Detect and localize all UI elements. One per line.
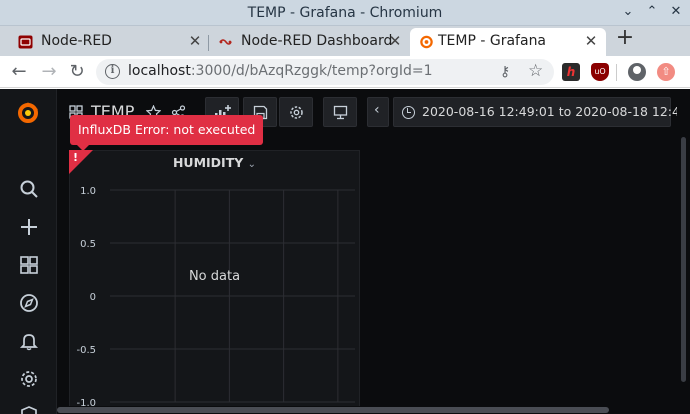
y-tick-label: 0 xyxy=(90,292,96,303)
grafana-sidemenu xyxy=(0,89,57,414)
bookmark-star-icon[interactable]: ☆ xyxy=(528,61,543,81)
window-titlebar: TEMP - Grafana - Chromium ⌄ ⌃ ✕ xyxy=(0,0,690,26)
minimize-button[interactable]: ⌄ xyxy=(618,2,638,22)
tab-node-red[interactable]: Node-RED ✕ xyxy=(0,28,208,56)
vertical-scrollbar[interactable] xyxy=(677,89,690,414)
y-tick-label: 0.5 xyxy=(80,239,96,250)
panel-header[interactable]: HUMIDITY ⌄ xyxy=(70,151,359,175)
scrollbar-thumb[interactable] xyxy=(57,407,609,413)
close-tab-icon[interactable]: ✕ xyxy=(582,32,600,50)
node-red-dashboard-icon xyxy=(219,39,232,45)
configuration-gear-icon[interactable] xyxy=(19,369,39,389)
humidity-chart: 1.00.50-0.5-1.008/1708/1708/1808/18 xyxy=(76,186,355,414)
grafana-icon xyxy=(420,35,433,49)
error-tooltip: InfluxDB Error: not executed xyxy=(70,115,264,151)
humidity-panel: ! HUMIDITY ⌄ 1.00.50-0.5-1.008/1708/1708… xyxy=(69,150,360,414)
grafana-logo-icon[interactable] xyxy=(15,100,41,126)
address-bar[interactable]: i localhost:3000/d/bAzqRzggk/temp?orgId=… xyxy=(96,59,554,85)
new-tab-button[interactable]: + xyxy=(613,27,637,51)
monitor-icon xyxy=(333,105,348,120)
grafana-viewport: TEMP ‹ 2020-08-16 12:49:01 to 2020-08-18… xyxy=(0,89,690,414)
dashboard-settings-button[interactable] xyxy=(279,97,313,127)
tab-label: TEMP - Grafana xyxy=(438,33,547,49)
close-window-button[interactable]: ✕ xyxy=(666,2,686,22)
chevron-left-icon: ‹ xyxy=(374,102,380,118)
forward-button[interactable]: → xyxy=(38,61,60,83)
tab-temp-grafana[interactable]: TEMP - Grafana ✕ xyxy=(410,28,606,56)
dashboards-icon[interactable] xyxy=(19,255,39,275)
toolbar-separator xyxy=(616,64,617,81)
time-shift-back-button[interactable]: ‹ xyxy=(367,97,389,127)
y-tick-label: -0.5 xyxy=(76,345,96,356)
node-red-icon xyxy=(18,35,33,49)
y-tick-label: 1.0 xyxy=(80,186,96,197)
window-title: TEMP - Grafana - Chromium xyxy=(247,5,443,21)
ublock-origin-icon[interactable]: uO xyxy=(591,63,609,81)
close-tab-icon[interactable]: ✕ xyxy=(386,32,404,50)
gear-icon xyxy=(290,106,303,119)
chrome-menu-update-icon[interactable]: ⇧ xyxy=(657,63,675,81)
time-range-picker[interactable]: 2020-08-16 12:49:01 to 2020-08-18 12:49:… xyxy=(393,97,690,127)
site-info-icon[interactable]: i xyxy=(105,64,120,79)
panel-title: HUMIDITY ⌄ xyxy=(172,155,257,170)
key-icon[interactable]: ⚷ xyxy=(500,64,510,80)
explore-compass-icon[interactable] xyxy=(19,293,39,313)
search-icon[interactable] xyxy=(19,179,39,199)
time-range-text: 2020-08-16 12:49:01 to 2020-08-18 12:49:… xyxy=(422,104,690,119)
maximize-button[interactable]: ⌃ xyxy=(642,2,662,22)
tab-strip: Node-RED ✕ Node-RED Dashboard ✕ TEMP - G… xyxy=(0,26,690,56)
horizontal-scrollbar[interactable] xyxy=(57,406,677,414)
tab-node-red-dashboard[interactable]: Node-RED Dashboard ✕ xyxy=(200,28,408,56)
back-button[interactable]: ← xyxy=(8,61,30,83)
h-extension-icon[interactable]: h xyxy=(562,63,580,81)
chevron-down-icon: ⌄ xyxy=(247,159,257,170)
reload-button[interactable]: ↻ xyxy=(66,61,88,83)
tab-label: Node-RED Dashboard xyxy=(241,33,393,49)
no-data-message: No data xyxy=(188,269,241,284)
alerting-bell-icon[interactable] xyxy=(19,331,39,351)
scrollbar-thumb[interactable] xyxy=(681,137,686,382)
shield-icon[interactable] xyxy=(19,405,39,414)
browser-toolbar: ← → ↻ i localhost:3000/d/bAzqRzggk/temp?… xyxy=(0,56,690,88)
tab-label: Node-RED xyxy=(41,33,112,49)
url-text: localhost:3000/d/bAzqRzggk/temp?orgId=1 xyxy=(128,63,433,79)
account-icon[interactable] xyxy=(628,63,646,81)
cycle-view-mode-button[interactable] xyxy=(323,97,357,127)
clock-icon xyxy=(402,106,415,119)
create-plus-icon[interactable] xyxy=(19,217,39,237)
